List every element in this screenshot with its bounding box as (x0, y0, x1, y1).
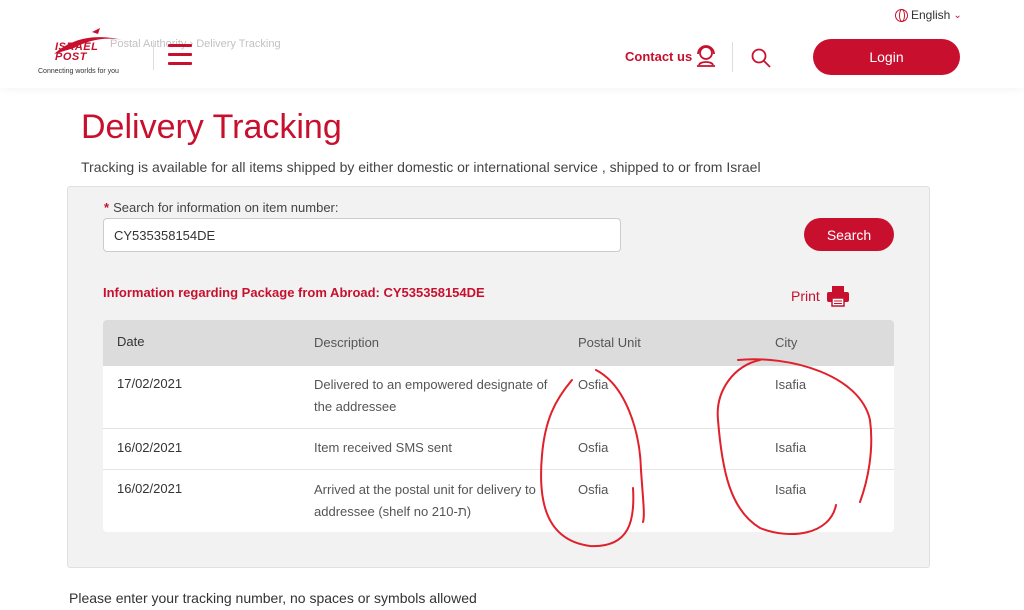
search-field-label: * Search for information on item number: (104, 200, 339, 215)
site-header: English ⌄ ISRAEL POST Connecting worlds f… (0, 0, 1024, 88)
row-postal-unit: Osfia (578, 377, 609, 392)
table-row: 17/02/2021 Delivered to an empowered des… (103, 366, 894, 429)
logo-wordmark: ISRAEL POST (55, 41, 99, 63)
row-city: Isafia (775, 377, 807, 392)
row-description: Delivered to an empowered designate of t… (314, 377, 548, 414)
column-header-date: Date (117, 334, 145, 349)
column-header-postal-unit: Postal Unit (578, 335, 641, 350)
headset-icon[interactable] (695, 44, 717, 68)
row-date: 16/02/2021 (117, 481, 183, 496)
column-header-city: City (775, 335, 798, 350)
search-icon[interactable] (751, 48, 771, 68)
table-header: Date Description Postal Unit City (103, 320, 894, 366)
result-heading: Information regarding Package from Abroa… (103, 285, 485, 300)
contact-us-link[interactable]: Contact us (625, 49, 692, 64)
table-row: 16/02/2021 Item received SMS sent Osfia … (103, 429, 894, 470)
row-date: 17/02/2021 (117, 376, 183, 391)
search-button[interactable]: Search (804, 218, 894, 251)
row-date: 16/02/2021 (117, 440, 183, 455)
breadcrumb[interactable]: Postal Authority › Delivery Tracking (110, 38, 281, 50)
required-mark: * (104, 200, 110, 215)
print-button[interactable]: Print (791, 285, 850, 307)
row-city: Isafia (775, 482, 807, 497)
header-divider (153, 40, 154, 70)
row-description: Item received SMS sent (314, 440, 452, 455)
row-city: Isafia (775, 440, 807, 455)
globe-icon (895, 8, 908, 22)
language-selector[interactable]: English ⌄ (895, 8, 962, 22)
tracking-hint: Please enter your tracking number, no sp… (69, 590, 477, 606)
login-button[interactable]: Login (813, 39, 960, 75)
tracking-table: Date Description Postal Unit City 17/02/… (103, 320, 894, 532)
column-header-description: Description (314, 335, 380, 350)
row-description: Arrived at the postal unit for delivery … (314, 482, 536, 519)
language-label: English (911, 8, 951, 22)
tracking-number-input[interactable] (103, 218, 621, 252)
page-title: Delivery Tracking (81, 108, 342, 146)
page-subtitle: Tracking is available for all items ship… (81, 159, 761, 175)
printer-icon (826, 286, 849, 307)
row-postal-unit: Osfia (578, 482, 609, 497)
chevron-down-icon: ⌄ (953, 9, 962, 21)
logo-tagline: Connecting worlds for you (38, 68, 119, 75)
israel-post-logo[interactable]: ISRAEL POST Connecting worlds for you (32, 28, 142, 78)
row-postal-unit: Osfia (578, 440, 609, 455)
menu-icon[interactable] (168, 44, 192, 66)
header-divider (732, 42, 733, 72)
table-row: 16/02/2021 Arrived at the postal unit fo… (103, 470, 894, 532)
